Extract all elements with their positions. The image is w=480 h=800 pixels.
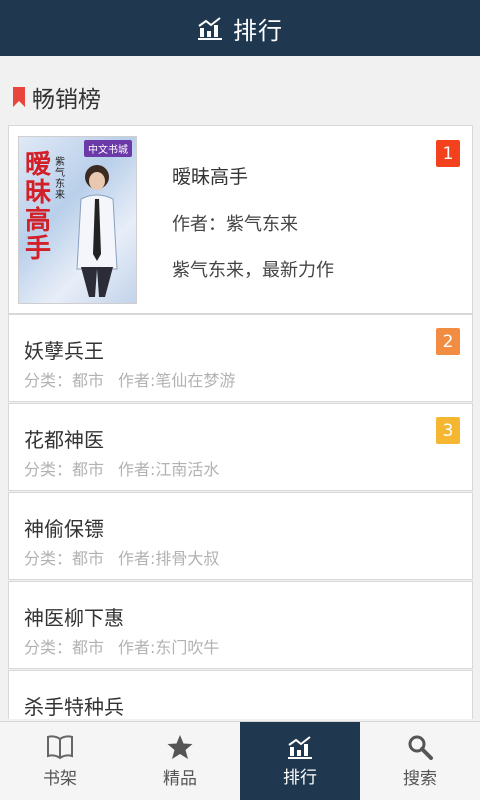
book-row[interactable]: 神医柳下惠 分类：都市 作者:东门吹牛 [8,581,473,669]
featured-book-title: 暧昧高手 [172,166,249,188]
ranking-list[interactable]: 中文书城 暧昧高手 紫气东来 暧昧高手 作者：紫气东来 紫气东来，最新力作 1 … [8,125,473,719]
featured-book-author: 作者：紫气东来 [172,214,298,235]
tab-bookshelf[interactable]: 书架 [0,722,120,800]
rank-badge: 3 [436,417,460,444]
section-header: 畅销榜 [12,82,101,113]
chart-icon [288,736,312,759]
book-author: 作者:笔仙在梦游 [118,371,236,390]
bookmark-icon [13,87,25,107]
featured-book-card[interactable]: 中文书城 暧昧高手 紫气东来 暧昧高手 作者：紫气东来 紫气东来，最新力作 1 [8,125,473,314]
cover-brand: 中文书城 [84,140,132,157]
chart-icon [198,17,222,40]
rank-badge: 1 [436,140,460,167]
search-icon [408,735,433,760]
book-author: 作者:排骨大叔 [118,549,220,568]
rank-badge: 2 [436,328,460,355]
book-row[interactable]: 花都神医 分类：都市 作者:江南活水 3 [8,403,473,491]
book-category: 分类：都市 [24,638,105,657]
cover-figure [76,165,118,297]
book-row[interactable]: 妖孽兵王 分类：都市 作者:笔仙在梦游 2 [8,314,473,402]
title-bar: 排行 [0,0,480,56]
cover-title: 暧昧高手 [25,150,52,264]
page-title: 排行 [233,16,283,45]
book-category: 分类：都市 [24,460,105,479]
cover-subtitle: 紫气东来 [55,157,65,201]
book-cover: 中文书城 暧昧高手 紫气东来 [18,136,137,304]
book-meta: 分类：都市 作者:笔仙在梦游 [24,367,249,391]
tab-label: 书架 [43,769,77,789]
star-icon [167,735,193,759]
book-title: 花都神医 [24,428,104,452]
tab-label: 搜索 [403,769,437,789]
tab-label: 排行 [283,768,317,788]
tab-label: 精品 [163,769,197,789]
tab-featured[interactable]: 精品 [120,722,240,800]
book-category: 分类：都市 [24,549,105,568]
book-title: 杀手特种兵 [24,695,124,719]
featured-book-description: 紫气东来，最新力作 [172,260,334,281]
section-title: 畅销榜 [32,87,101,113]
bottom-tab-bar: 书架 精品 排行 搜索 [0,721,480,800]
book-meta: 分类：都市 作者:东门吹牛 [24,634,233,658]
book-author: 作者:东门吹牛 [118,638,220,657]
book-author: 作者:江南活水 [118,460,220,479]
book-category: 分类：都市 [24,371,105,390]
book-title: 神偷保镖 [24,517,104,541]
book-row[interactable]: 神偷保镖 分类：都市 作者:排骨大叔 [8,492,473,580]
open-book-icon [47,735,73,760]
book-meta: 分类：都市 作者:江南活水 [24,456,233,480]
book-title: 神医柳下惠 [24,606,124,630]
tab-search[interactable]: 搜索 [360,722,480,800]
book-title: 妖孽兵王 [24,339,104,363]
tab-ranking[interactable]: 排行 [240,722,360,800]
book-meta: 分类：都市 作者:排骨大叔 [24,545,233,569]
book-row[interactable]: 杀手特种兵 [8,670,473,719]
